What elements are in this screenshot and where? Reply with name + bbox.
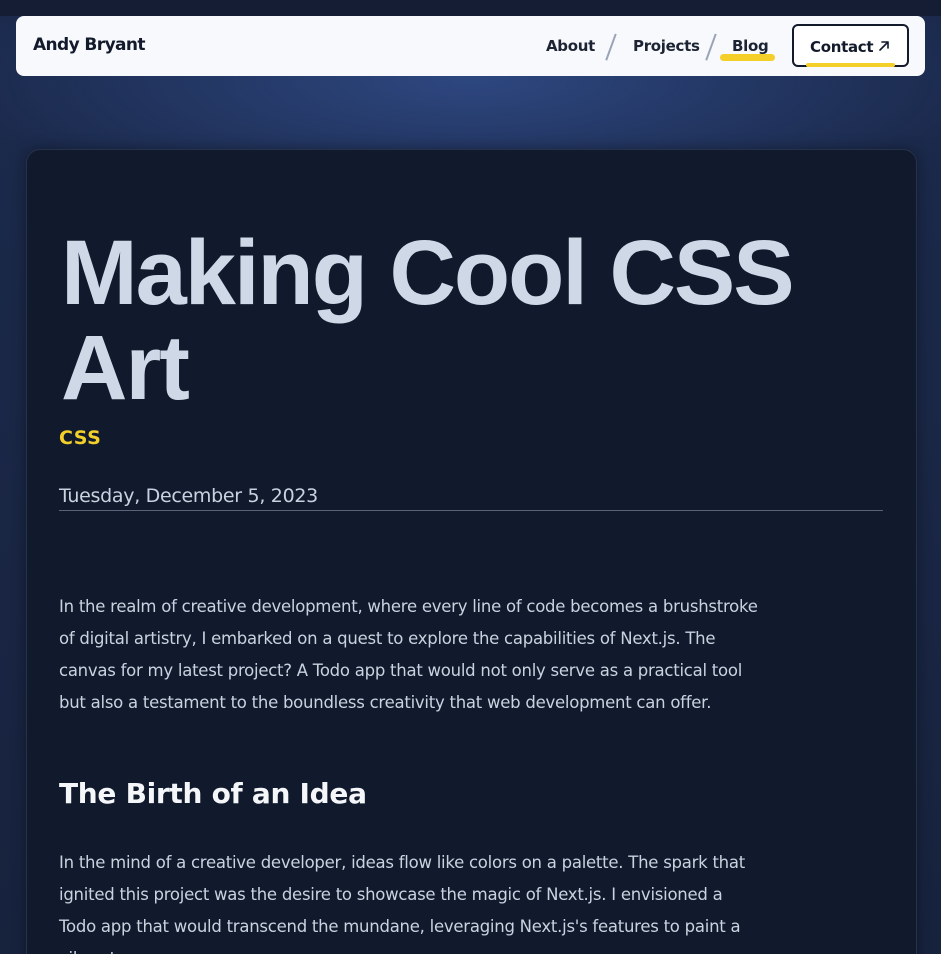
post-tag[interactable]: CSS (59, 427, 101, 449)
post-intro-paragraph: In the realm of creative development, wh… (59, 597, 758, 712)
arrow-up-right-icon (879, 41, 889, 51)
blog-post-card: Making Cool CSS Art CSS Tuesday, Decembe… (26, 149, 917, 954)
nav-link-about[interactable]: About (546, 37, 595, 55)
nav-divider (605, 33, 617, 61)
active-link-highlight (720, 54, 775, 61)
brand-logo-link[interactable]: Andy Bryant (33, 35, 146, 55)
nav-divider (705, 33, 717, 61)
contact-button-accent-bar (806, 63, 895, 67)
post-date: Tuesday, December 5, 2023 (59, 485, 318, 507)
section-heading: The Birth of an Idea (59, 777, 367, 810)
contact-button[interactable]: Contact (792, 24, 909, 67)
top-navbar: Andy Bryant About Projects Blog Contact (16, 16, 925, 76)
header-divider (59, 510, 883, 511)
page-top-strip (0, 0, 941, 16)
contact-button-label: Contact (810, 38, 874, 56)
section-paragraph: In the mind of a creative developer, ide… (59, 853, 745, 954)
nav-link-blog[interactable]: Blog (732, 37, 769, 55)
post-title: Making Cool CSS Art (61, 222, 795, 419)
nav-link-projects[interactable]: Projects (633, 37, 700, 55)
